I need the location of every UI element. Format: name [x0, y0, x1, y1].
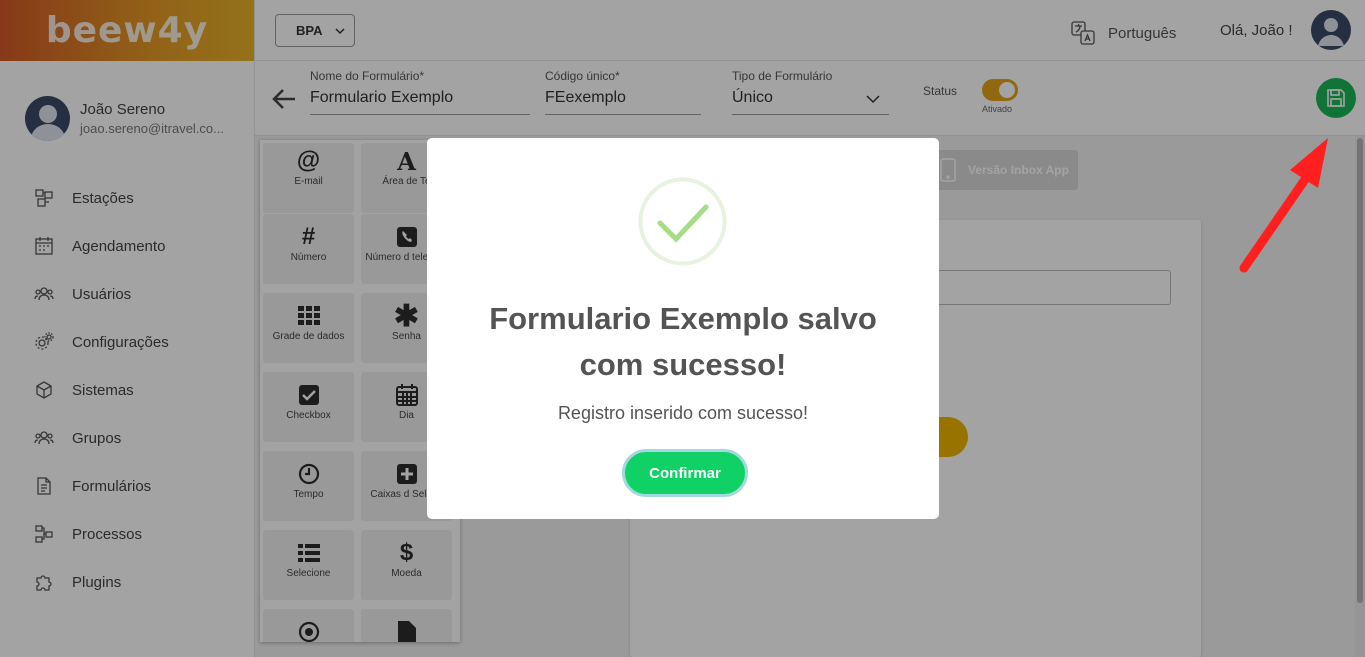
annotation-arrow-icon [1239, 138, 1328, 273]
dialog-message: Registro inserido com sucesso! [557, 403, 809, 423]
confirm-button[interactable]: Confirmar [622, 449, 748, 497]
dialog-title: Formulario Exemplo salvo com sucesso! [427, 296, 939, 388]
dialog-title-line-1: Formulario Exemplo salvo [489, 301, 877, 336]
success-check-icon [638, 177, 727, 266]
dialog-title-line-2: com sucesso! [579, 347, 787, 382]
confirm-button-label: Confirmar [649, 464, 721, 482]
success-dialog: Formulario Exemplo salvo com sucesso! Re… [427, 138, 939, 519]
